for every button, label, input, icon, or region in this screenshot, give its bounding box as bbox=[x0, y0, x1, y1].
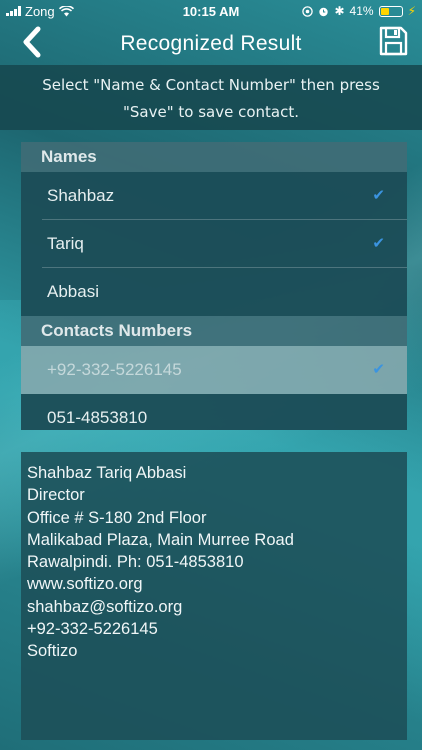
list-item-label: +92-332-5226145 bbox=[47, 360, 182, 379]
navigation-bar: Recognized Result bbox=[0, 22, 422, 65]
list-item-label: Abbasi bbox=[47, 282, 99, 301]
recognized-text-area[interactable]: Shahbaz Tariq Abbasi Director Office # S… bbox=[21, 452, 407, 740]
battery-percent: 41% bbox=[349, 4, 374, 18]
page-title: Recognized Result bbox=[120, 31, 302, 55]
list-item-contact[interactable]: 051-4853810 bbox=[21, 394, 407, 430]
list-item-label: Tariq bbox=[47, 234, 84, 253]
checkmark-icon: ✔ bbox=[372, 235, 385, 252]
wifi-icon bbox=[58, 5, 74, 16]
bluetooth-icon: ✱ bbox=[334, 4, 345, 18]
contacts-section-header: Contacts Numbers bbox=[21, 316, 407, 346]
selection-list: Names Shahbaz ✔ Tariq ✔ Abbasi Contacts … bbox=[21, 142, 407, 430]
list-item-name[interactable]: Tariq ✔ bbox=[21, 220, 407, 268]
chevron-left-icon[interactable] bbox=[18, 24, 48, 60]
list-item-label: 051-4853810 bbox=[47, 408, 148, 427]
signal-icon bbox=[6, 6, 21, 16]
charging-icon: ⚡ bbox=[407, 4, 416, 18]
clock: 10:15 AM bbox=[182, 3, 240, 19]
carrier-label: Zong bbox=[25, 3, 55, 19]
status-bar: Zong 10:15 AM ✱ 41% ⚡ bbox=[0, 0, 422, 22]
at-sign-icon bbox=[302, 5, 314, 17]
list-item-name[interactable]: Shahbaz ✔ bbox=[21, 172, 407, 220]
checkmark-icon: ✔ bbox=[372, 361, 385, 378]
alarm-icon bbox=[319, 7, 329, 16]
list-item-contact[interactable]: +92-332-5226145 ✔ bbox=[21, 346, 407, 394]
battery-icon bbox=[378, 5, 403, 17]
instruction-text: Select "Name & Contact Number" then pres… bbox=[0, 65, 422, 130]
checkmark-icon: ✔ bbox=[372, 187, 385, 204]
floppy-disk-icon[interactable] bbox=[378, 25, 408, 57]
names-section-header: Names bbox=[21, 142, 407, 172]
list-item-name[interactable]: Abbasi bbox=[21, 268, 407, 316]
list-item-label: Shahbaz bbox=[47, 186, 115, 205]
